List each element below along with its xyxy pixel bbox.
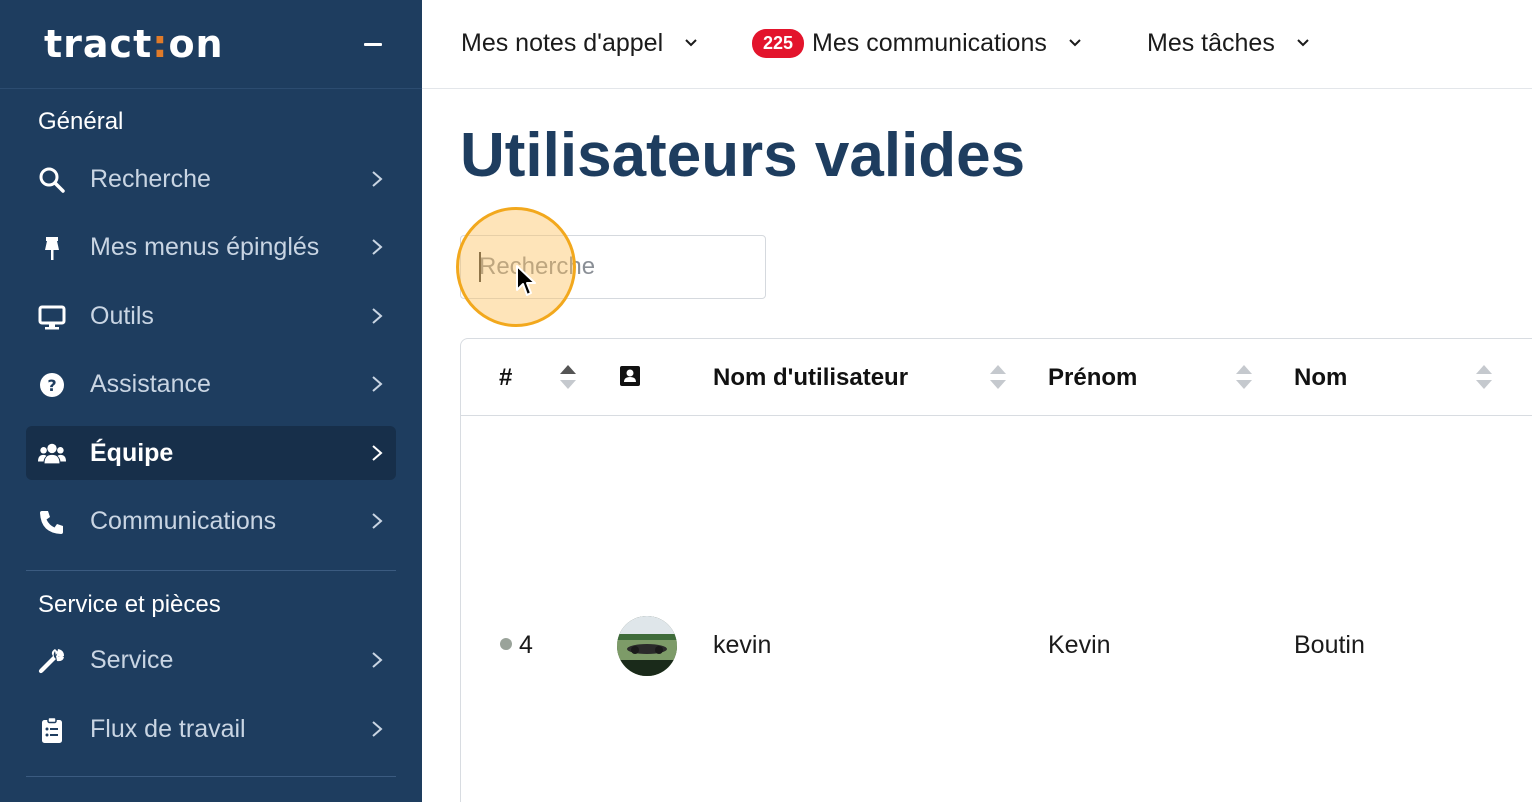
clipboard-icon xyxy=(42,716,62,743)
page-title: Utilisateurs valides xyxy=(460,121,1026,190)
status-indicator xyxy=(500,638,512,650)
users-table: # Nom d'utilisateur Prénom Nom 4 kevin K… xyxy=(460,338,1532,802)
pin-icon xyxy=(45,237,59,260)
svg-text:?: ? xyxy=(47,376,56,395)
cell-username[interactable]: kevin xyxy=(713,631,771,660)
chevron-right-icon xyxy=(372,239,383,255)
column-header-last-name[interactable]: Nom xyxy=(1294,364,1347,392)
tasks-label: Mes tâches xyxy=(1147,28,1275,57)
avatar-column-icon xyxy=(620,366,640,386)
section-title-general: Général xyxy=(38,108,124,135)
chevron-down-icon xyxy=(1297,39,1309,47)
cell-last-name: Boutin xyxy=(1294,631,1365,659)
chevron-right-icon xyxy=(372,445,383,461)
sidebar-item-pinned-menus[interactable]: Mes menus épinglés xyxy=(26,220,396,274)
team-icon xyxy=(38,443,66,464)
table-row[interactable]: 4 kevin Kevin Boutin xyxy=(461,417,1532,802)
sidebar-item-communications[interactable]: Communications xyxy=(26,494,396,548)
sidebar-item-outils[interactable]: Outils xyxy=(26,289,396,343)
communications-label: Mes communications xyxy=(812,28,1047,57)
table-header: # Nom d'utilisateur Prénom Nom xyxy=(461,339,1532,416)
communications-count-badge: 225 xyxy=(752,28,805,58)
tasks-menu[interactable]: Mes tâches xyxy=(1147,28,1310,62)
chevron-right-icon xyxy=(372,376,383,392)
column-header-id[interactable]: # xyxy=(499,364,512,392)
chevron-right-icon xyxy=(372,171,383,187)
monitor-icon xyxy=(38,305,66,330)
sidebar-item-workflow[interactable]: Flux de travail xyxy=(26,702,396,756)
sidebar-item-service[interactable]: Service xyxy=(26,633,396,687)
phone-icon xyxy=(40,511,63,534)
section-title-service: Service et pièces xyxy=(38,591,221,618)
sidebar-item-equipe[interactable]: Équipe xyxy=(26,426,396,480)
sidebar-item-label: Équipe xyxy=(90,439,174,467)
sidebar-item-assistance[interactable]: ? Assistance xyxy=(26,357,396,411)
collapse-sidebar-button[interactable] xyxy=(362,34,386,54)
traction-logo[interactable]: tract:on xyxy=(44,22,224,66)
question-icon: ? xyxy=(40,373,64,397)
sidebar-item-label: Outils xyxy=(90,302,154,330)
sidebar-item-label: Communications xyxy=(90,507,277,535)
sort-icon[interactable] xyxy=(989,363,1007,391)
call-notes-menu[interactable]: Mes notes d'appel xyxy=(461,28,698,62)
top-bar: Mes notes d'appel 225 Mes communications … xyxy=(422,0,1532,89)
chevron-right-icon xyxy=(372,721,383,737)
sidebar-item-label: Assistance xyxy=(90,370,211,398)
sidebar-divider xyxy=(26,570,396,571)
chevron-right-icon xyxy=(372,513,383,529)
sidebar-item-recherche[interactable]: Recherche xyxy=(26,152,396,206)
sidebar: tract:on Général Recherche Mes menus épi… xyxy=(0,0,422,802)
column-header-first-name[interactable]: Prénom xyxy=(1048,364,1137,392)
sort-icon[interactable] xyxy=(1475,363,1493,391)
search-icon xyxy=(39,167,65,193)
avatar[interactable] xyxy=(617,616,677,676)
chevron-down-icon xyxy=(1069,39,1081,47)
sidebar-item-label: Flux de travail xyxy=(90,715,246,743)
communications-menu[interactable]: 225 Mes communications xyxy=(752,28,1082,62)
sort-icon[interactable] xyxy=(1235,363,1253,391)
sidebar-item-label: Recherche xyxy=(90,165,211,193)
call-notes-label: Mes notes d'appel xyxy=(461,28,664,57)
sidebar-divider xyxy=(26,776,396,777)
cell-id: 4 xyxy=(519,631,533,659)
sort-icon[interactable] xyxy=(559,363,577,391)
sidebar-item-label: Mes menus épinglés xyxy=(90,233,320,261)
sidebar-item-label: Service xyxy=(90,646,174,674)
chevron-right-icon xyxy=(372,652,383,668)
cell-first-name: Kevin xyxy=(1048,631,1111,659)
wrench-icon xyxy=(38,649,64,674)
brand-header: tract:on xyxy=(0,0,422,89)
column-header-username[interactable]: Nom d'utilisateur xyxy=(713,364,908,392)
chevron-down-icon xyxy=(685,39,697,47)
chevron-right-icon xyxy=(372,308,383,324)
mouse-cursor-icon xyxy=(516,265,536,296)
